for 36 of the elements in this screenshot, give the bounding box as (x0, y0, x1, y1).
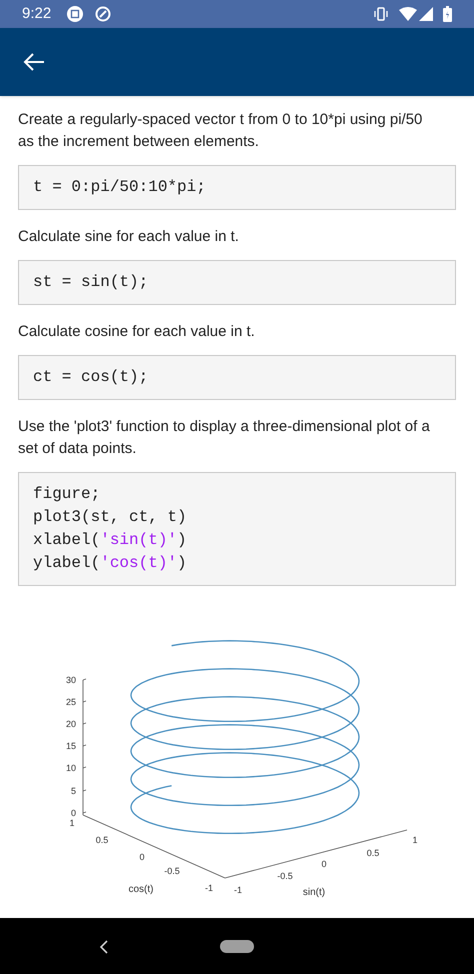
axis-label: cos(t) (128, 884, 154, 895)
code-block: t = 0:pi/50:10*pi; (18, 165, 456, 210)
home-pill[interactable] (220, 940, 254, 953)
tick-label: -0.5 (164, 866, 180, 876)
tick-label: 0 (140, 852, 144, 862)
wifi-icon (399, 7, 417, 21)
signal-icon (419, 7, 433, 21)
vibrate-icon (373, 7, 389, 21)
screenshot-icon (67, 6, 84, 22)
tick-label: 1 (412, 835, 418, 845)
tick-label: 0.5 (96, 835, 108, 845)
instruction-text: Calculate sine for each value in t. (18, 227, 240, 247)
instruction-text: Calculate cosine for each value in t. (18, 322, 256, 342)
code-block: ct = cos(t); (18, 355, 456, 400)
tick-label: 15 (66, 741, 76, 751)
tick-label: 0 (322, 859, 326, 869)
tick-label: 20 (66, 719, 76, 729)
tick-label: 10 (66, 763, 76, 773)
back-nav-icon[interactable] (99, 940, 109, 954)
tick-label: -1 (234, 885, 242, 895)
instruction-text: Create a regularly-spaced vector t from 0 to 10*pi using pi/50 as the increment between elements. (18, 110, 424, 152)
battery-icon (443, 6, 452, 22)
back-arrow-icon (23, 52, 45, 72)
code-block: st = sin(t); (18, 260, 456, 305)
tick-label: 0.5 (366, 848, 380, 858)
status-time: 9:22 (22, 4, 52, 24)
code-block: figure; plot3(st, ct, t) xlabel('sin(t)') ylabel('cos(t)') (18, 472, 456, 586)
tick-label: -1 (205, 883, 213, 893)
instruction-text: Use the 'plot3' function to display a three-dimensional plot of a set of data points. (18, 417, 431, 459)
axis-label: sin(t) (302, 887, 326, 898)
tick-label: 5 (70, 786, 76, 796)
tick-label: 1 (70, 818, 74, 828)
tick-label: 0 (70, 808, 76, 818)
tick-label: -0.5 (277, 871, 293, 881)
tick-label: 30 (66, 675, 76, 685)
tick-label: 25 (66, 697, 76, 707)
